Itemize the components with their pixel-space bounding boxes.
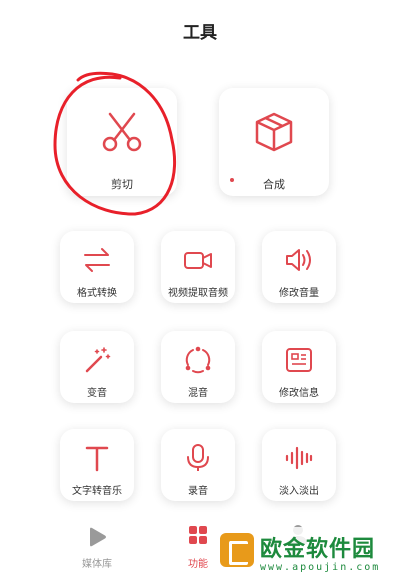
cut-label: 剪切 [111, 178, 133, 191]
merge-label: 合成 [263, 178, 285, 191]
microphone-icon [187, 444, 209, 471]
extract-audio-label: 视频提取音频 [168, 288, 228, 299]
format-convert-card[interactable]: 格式转换 [60, 231, 134, 303]
edit-info-card[interactable]: 修改信息 [262, 331, 336, 403]
text-t-icon [85, 446, 109, 472]
edit-info-label: 修改信息 [279, 388, 319, 399]
cut-tool-card[interactable]: 剪切 [67, 88, 177, 196]
record-card[interactable]: 录音 [161, 429, 235, 501]
merge-tool-card[interactable]: 合成 [219, 88, 329, 196]
text-to-music-label: 文字转音乐 [72, 486, 122, 497]
watermark-logo-icon [220, 533, 254, 567]
format-convert-label: 格式转换 [77, 288, 117, 299]
mix-label: 混音 [188, 388, 208, 399]
play-icon [90, 527, 106, 547]
text-to-music-card[interactable]: 文字转音乐 [60, 429, 134, 501]
swap-arrows-icon [84, 248, 110, 272]
cube-icon [255, 112, 293, 152]
page-title: 工具 [183, 23, 217, 43]
voice-change-card[interactable]: 变音 [60, 331, 134, 403]
fade-label: 淡入淡出 [279, 486, 319, 497]
watermark-brand: 欧金软件园 [260, 537, 376, 562]
scissors-icon [102, 112, 142, 152]
mix-card[interactable]: 混音 [161, 331, 235, 403]
info-card-icon [286, 348, 312, 372]
grid-icon [189, 526, 207, 544]
tab-media-library-label: 媒体库 [82, 559, 112, 570]
volume-card[interactable]: 修改音量 [262, 231, 336, 303]
volume-label: 修改音量 [279, 288, 319, 299]
voice-change-label: 变音 [87, 388, 107, 399]
speaker-icon [286, 249, 311, 271]
watermark-url: www.apoujin.com [260, 562, 381, 573]
mix-cycle-icon [185, 346, 211, 374]
extract-audio-card[interactable]: 视频提取音频 [161, 231, 235, 303]
magic-wand-icon [85, 347, 111, 373]
fade-card[interactable]: 淡入淡出 [262, 429, 336, 501]
waveform-icon [285, 446, 313, 470]
video-camera-icon [184, 252, 212, 269]
record-label: 录音 [188, 486, 208, 497]
site-watermark: 欧金软件园 www.apoujin.com [214, 527, 400, 582]
